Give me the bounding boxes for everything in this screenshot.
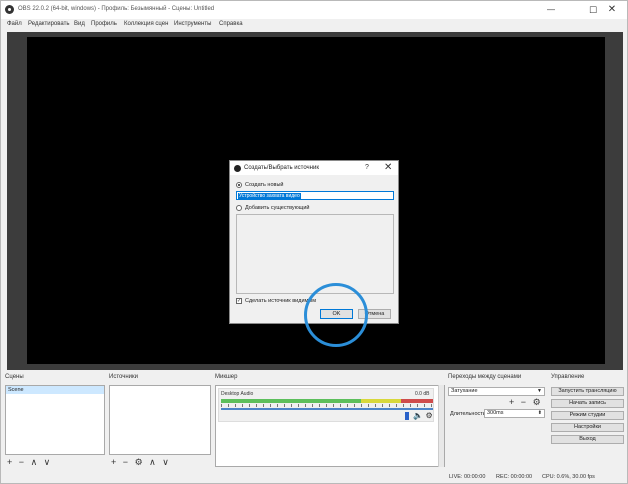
sources-list[interactable] (109, 385, 211, 455)
mute-speaker-icon[interactable]: 🔈 (413, 411, 423, 420)
move-source-down-button[interactable]: ∨ (162, 457, 169, 468)
create-new-radio[interactable] (236, 182, 242, 188)
duration-label: Длительность (450, 411, 486, 417)
menu-scene-collection[interactable]: Коллекция сцен (124, 21, 168, 27)
add-scene-button[interactable]: + (7, 457, 12, 467)
scenes-dock-title: Сцены (5, 374, 24, 380)
menu-edit[interactable]: Редактировать (28, 21, 69, 27)
exit-button[interactable]: Выход (551, 435, 624, 444)
help-button[interactable]: ? (365, 164, 369, 171)
mixer-track-desktop-audio: Desktop Audio 0.0 dB 🔈 ⚙ (218, 388, 434, 422)
existing-sources-list[interactable] (236, 214, 394, 294)
mixer-panel: Desktop Audio 0.0 dB 🔈 ⚙ (215, 385, 445, 467)
source-properties-gear-icon[interactable]: ⚙ (135, 457, 143, 468)
controls-dock-title: Управление (551, 374, 585, 380)
mixer-dock-title: Микшер (215, 374, 238, 380)
duration-spinbox[interactable]: 300ms ⬍ (484, 409, 545, 418)
dialog-close-button[interactable]: ✕ (384, 162, 392, 173)
click-highlight-ring (304, 283, 368, 347)
create-new-label: Создать новый (245, 182, 284, 188)
scenes-toolbar: + − ∧ ∨ (7, 457, 54, 468)
chevron-down-icon: ▼ (537, 388, 542, 394)
menu-help[interactable]: Справка (219, 21, 243, 27)
menu-tools[interactable]: Инструменты (174, 21, 211, 27)
transitions-toolbar: + − ⚙ (509, 397, 545, 408)
source-name-input[interactable]: Устройство захвата видео (236, 191, 394, 200)
cpu-fps-status: CPU: 0.6%, 30.00 fps (542, 474, 595, 480)
add-transition-button[interactable]: + (509, 397, 514, 407)
dialog-title: Создать/Выбрать источник (244, 165, 319, 171)
remove-source-button[interactable]: − (123, 457, 128, 467)
transition-select[interactable]: Затухание ▼ (448, 387, 545, 396)
add-existing-radio[interactable] (236, 205, 242, 211)
fader-handle[interactable] (405, 411, 409, 420)
menu-file[interactable]: Файл (7, 21, 22, 27)
start-streaming-button[interactable]: Запустить трансляцию (551, 387, 624, 396)
studio-mode-button[interactable]: Режим студии (551, 411, 624, 420)
scene-list-item[interactable]: Scene (6, 386, 104, 394)
volume-meter-scale (221, 404, 433, 407)
transition-select-value: Затухание (451, 388, 478, 394)
transitions-dock-title: Переходы между сценами (448, 374, 522, 380)
duration-value: 300ms (487, 410, 504, 416)
mixer-scrollbar[interactable] (438, 385, 444, 467)
minimize-button[interactable]: — (537, 2, 565, 18)
move-scene-down-button[interactable]: ∨ (44, 457, 51, 468)
menu-bar: Файл Редактировать Вид Профиль Коллекция… (1, 19, 627, 30)
add-existing-label: Добавить существующий (245, 205, 310, 211)
title-bar: OBS 22.0.2 (64-bit, windows) - Профиль: … (1, 1, 627, 19)
add-source-button[interactable]: + (111, 457, 116, 467)
mixer-track-db: 0.0 dB (415, 391, 430, 397)
volume-meter (221, 399, 433, 403)
menu-view[interactable]: Вид (74, 21, 85, 27)
mixer-track-name: Desktop Audio (221, 391, 254, 397)
obs-logo-icon (234, 165, 241, 172)
sources-toolbar: + − ⚙ ∧ ∨ (111, 457, 173, 468)
live-time-status: LIVE: 00:00:00 (449, 474, 486, 480)
mixer-track-controls: 🔈 ⚙ (405, 411, 433, 420)
status-bar: LIVE: 00:00:00 REC: 00:00:00 CPU: 0.6%, … (1, 473, 627, 483)
close-button[interactable]: ✕ (598, 2, 626, 18)
rec-time-status: REC: 00:00:00 (496, 474, 533, 480)
remove-scene-button[interactable]: − (19, 457, 24, 467)
mixer-gear-icon[interactable]: ⚙ (425, 411, 432, 420)
dialog-title-bar: Создать/Выбрать источник ? ✕ (230, 161, 398, 175)
make-visible-checkbox[interactable]: ✓ (236, 298, 242, 304)
transition-gear-icon[interactable]: ⚙ (533, 397, 541, 408)
source-name-value: Устройство захвата видео (238, 193, 301, 199)
spinner-arrows-icon: ⬍ (537, 410, 542, 416)
remove-transition-button[interactable]: − (521, 397, 526, 407)
settings-button[interactable]: Настройки (551, 423, 624, 432)
obs-main-window: OBS 22.0.2 (64-bit, windows) - Профиль: … (0, 0, 628, 484)
move-source-up-button[interactable]: ∧ (149, 457, 156, 468)
move-scene-up-button[interactable]: ∧ (31, 457, 38, 468)
obs-logo-icon (5, 5, 14, 14)
sources-dock-title: Источники (109, 374, 138, 380)
window-title: OBS 22.0.2 (64-bit, windows) - Профиль: … (18, 6, 215, 12)
scenes-list[interactable]: Scene (5, 385, 105, 455)
volume-fader[interactable] (221, 408, 433, 410)
menu-profile[interactable]: Профиль (91, 21, 117, 27)
start-recording-button[interactable]: Начать запись (551, 399, 624, 408)
